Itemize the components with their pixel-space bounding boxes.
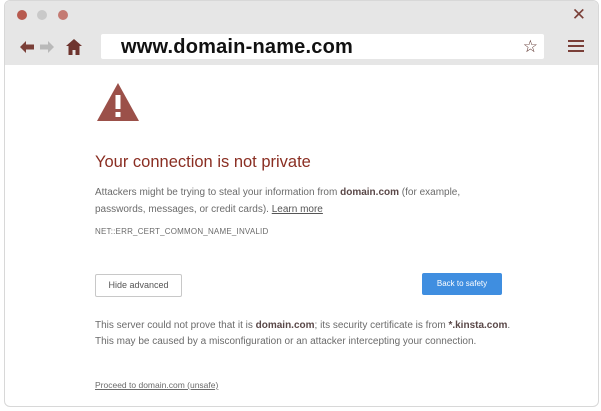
url-text: www.domain-name.com <box>121 36 353 58</box>
back-arrow-icon[interactable] <box>19 38 35 56</box>
certificate-domain: *.kinsta.com <box>448 320 508 331</box>
hamburger-menu-icon[interactable] <box>568 40 584 52</box>
advanced-domain: domain.com <box>255 320 315 331</box>
maximize-window-dot[interactable] <box>58 10 68 20</box>
close-window-dot[interactable] <box>17 10 27 20</box>
learn-more-link[interactable]: Learn more <box>272 204 323 215</box>
proceed-unsafe-link[interactable]: Proceed to domain.com (unsafe) <box>95 380 218 390</box>
advanced-text-middle: ; its security certificate is from <box>314 320 449 331</box>
browser-toolbar: www.domain-name.com ☆ <box>5 29 598 65</box>
page-title: Your connection is not private <box>95 153 311 171</box>
error-code: NET::ERR_CERT_COMMON_NAME_INVALID <box>95 227 269 236</box>
close-icon[interactable]: ✕ <box>572 5 586 25</box>
star-icon[interactable]: ☆ <box>523 37 538 56</box>
browser-window: ✕ www.domain-name.com ☆ Your connection … <box>4 0 599 407</box>
warning-icon <box>97 83 139 121</box>
advanced-text: This server could not prove that it is <box>95 320 256 331</box>
title-bar: ✕ <box>5 1 598 29</box>
home-icon[interactable] <box>65 38 83 56</box>
hide-advanced-button[interactable]: Hide advanced <box>95 274 182 297</box>
back-to-safety-button[interactable]: Back to safety <box>422 273 502 295</box>
minimize-window-dot[interactable] <box>37 10 47 20</box>
address-bar[interactable]: www.domain-name.com ☆ <box>101 34 544 59</box>
forward-arrow-icon[interactable] <box>39 38 55 56</box>
advanced-details: This server could not prove that it is d… <box>95 318 515 350</box>
message-domain: domain.com <box>340 187 400 198</box>
error-message: Attackers might be trying to steal your … <box>95 184 505 218</box>
message-text: Attackers might be trying to steal your … <box>95 187 341 198</box>
